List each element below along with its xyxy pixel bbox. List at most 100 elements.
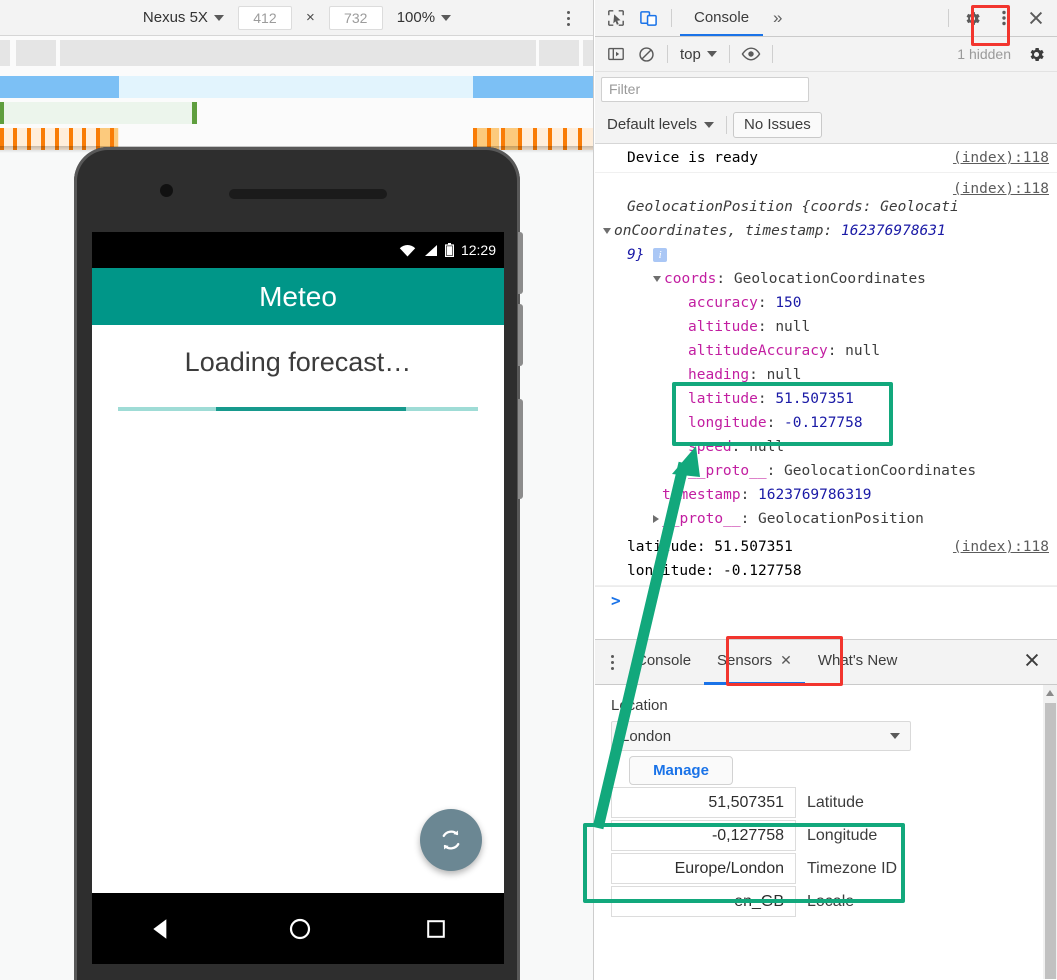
property-key: latitude (688, 391, 758, 407)
clear-console-button[interactable] (631, 40, 661, 68)
chevron-down-icon[interactable] (653, 276, 661, 282)
source-link[interactable]: (index):118 (953, 177, 1049, 201)
object-property-row[interactable]: altitude: null (595, 315, 1057, 339)
info-icon[interactable]: i (653, 248, 668, 262)
devtools-close-button[interactable] (1021, 4, 1051, 32)
kebab-dot (610, 666, 614, 670)
device-selector[interactable]: Nexus 5X (143, 9, 224, 26)
source-link[interactable]: (index):118 (953, 146, 1049, 170)
object-property-row[interactable]: speed: null (595, 435, 1057, 459)
console-message[interactable]: latitude: 51.507351 longitude: -0.127758… (595, 533, 1057, 586)
sensor-field-input[interactable]: -0,127758 (611, 820, 796, 851)
object-property-row[interactable]: coords: GeolocationCoordinates (595, 267, 1057, 291)
emulation-more-options-button[interactable] (558, 8, 578, 28)
progress-bar-fill (216, 407, 406, 411)
log-levels-selector[interactable]: Default levels (601, 116, 720, 133)
object-property-row[interactable]: latitude: 51.507351 (595, 387, 1057, 411)
volume-down-button[interactable] (518, 304, 523, 366)
sensor-field-input[interactable]: 51,507351 (611, 787, 796, 818)
more-tabs-button[interactable]: » (765, 8, 790, 28)
manage-locations-button[interactable]: Manage (629, 756, 733, 785)
property-key: coords (664, 271, 717, 287)
frames-strip (0, 102, 593, 124)
property-value: 150 (775, 295, 802, 311)
devtools-settings-button[interactable] (957, 4, 987, 32)
camera-icon (160, 184, 173, 197)
console-message[interactable]: Device is ready (index):118 (595, 144, 1057, 173)
sensor-field-row: -0,127758 Longitude (611, 820, 1057, 851)
console-prompt-row[interactable]: > (595, 586, 1057, 614)
console-log-area[interactable]: Device is ready (index):118 (index):118 … (595, 144, 1057, 618)
console-object-message[interactable]: (index):118 GeolocationPosition {coords:… (595, 173, 1057, 533)
property-value: null (845, 343, 881, 359)
filter-input[interactable]: Filter (601, 76, 809, 102)
phone-screen[interactable]: 12:29 Meteo Loading forecast… (92, 232, 504, 964)
live-expression-button[interactable] (736, 40, 766, 68)
zoom-selector[interactable]: 100% (397, 9, 452, 26)
console-sidebar-button[interactable] (601, 40, 631, 68)
chevron-down-icon[interactable] (603, 228, 611, 234)
log-levels-label: Default levels (607, 116, 698, 133)
dimension-separator: × (305, 9, 315, 26)
chevron-right-icon[interactable] (653, 515, 659, 523)
chevron-down-icon (213, 14, 224, 21)
home-circle-icon[interactable] (288, 917, 312, 941)
scrollbar-thumb[interactable] (1045, 703, 1056, 979)
console-settings-button[interactable] (1021, 40, 1051, 68)
object-property-row[interactable]: __proto__: GeolocationCoordinates (595, 459, 1057, 483)
object-property-row[interactable]: timestamp: 1623769786319 (595, 483, 1057, 507)
object-property-row[interactable]: altitudeAccuracy: null (595, 339, 1057, 363)
object-property-row[interactable]: __proto__: GeolocationPosition (595, 507, 1057, 531)
ruler-segment (539, 40, 579, 66)
close-icon[interactable]: ✕ (780, 652, 792, 669)
object-property-row[interactable]: heading: null (595, 363, 1057, 387)
battery-icon (444, 243, 454, 257)
devtools-toolbar-right (942, 4, 1051, 32)
progress-bar (118, 407, 478, 411)
sensor-field-input[interactable]: en_GB (611, 886, 796, 917)
tab-console[interactable]: Console (680, 0, 764, 36)
javascript-context-selector[interactable]: top (674, 46, 723, 63)
property-value: 51.507351 (775, 391, 854, 407)
object-property-list: coords: GeolocationCoordinates accuracy: … (595, 267, 1057, 531)
source-link[interactable]: (index):118 (953, 535, 1049, 559)
sensor-field-input[interactable]: Europe/London (611, 853, 796, 884)
devtools-main-menu-button[interactable] (989, 4, 1019, 32)
object-property-row[interactable]: accuracy: 150 (595, 291, 1057, 315)
issues-button[interactable]: No Issues (733, 111, 822, 138)
power-button[interactable] (518, 399, 523, 499)
recents-square-icon[interactable] (425, 918, 447, 940)
property-key: speed (688, 439, 732, 455)
volume-up-button[interactable] (518, 232, 523, 294)
chevron-right-icon[interactable] (679, 467, 685, 475)
object-preview-timestamp: 162376978631 (840, 223, 946, 239)
clear-console-icon (638, 46, 654, 62)
app-bar: Meteo (92, 268, 504, 325)
drawer-tab-whats-new[interactable]: What's New (805, 640, 911, 685)
ruler-segment (0, 40, 10, 66)
toggle-device-toolbar-button[interactable] (633, 4, 663, 32)
devtools-tab-bar: Console » (595, 0, 1057, 37)
drawer-tab-sensors[interactable]: Sensors ✕ (704, 640, 805, 685)
sensors-scrollbar[interactable] (1043, 685, 1057, 979)
property-colon: : (731, 439, 750, 455)
throttling-timeline-strips (0, 36, 593, 150)
drawer-tab-console[interactable]: Console (623, 640, 704, 685)
hidden-messages-count: 1 hidden (957, 46, 1011, 62)
width-input[interactable]: 412 (237, 5, 292, 30)
back-triangle-icon[interactable] (149, 916, 175, 942)
inspect-element-button[interactable] (601, 4, 631, 32)
height-input[interactable]: 732 (328, 5, 383, 30)
property-key: longitude (688, 415, 767, 431)
location-preset-select[interactable]: London (611, 721, 911, 751)
drawer-close-button[interactable] (1013, 651, 1051, 674)
property-colon: : (827, 343, 846, 359)
object-property-row[interactable]: longitude: -0.127758 (595, 411, 1057, 435)
refresh-fab-button[interactable] (420, 809, 482, 871)
chevron-up-icon[interactable] (1046, 690, 1054, 696)
drawer-more-options-button[interactable] (601, 654, 623, 670)
kebab-dot (610, 654, 614, 658)
object-preview-line-2: onCoordinates, timestamp: 162376978631 (595, 219, 1057, 243)
property-key: altitudeAccuracy (688, 343, 828, 359)
property-value: null (775, 319, 811, 335)
